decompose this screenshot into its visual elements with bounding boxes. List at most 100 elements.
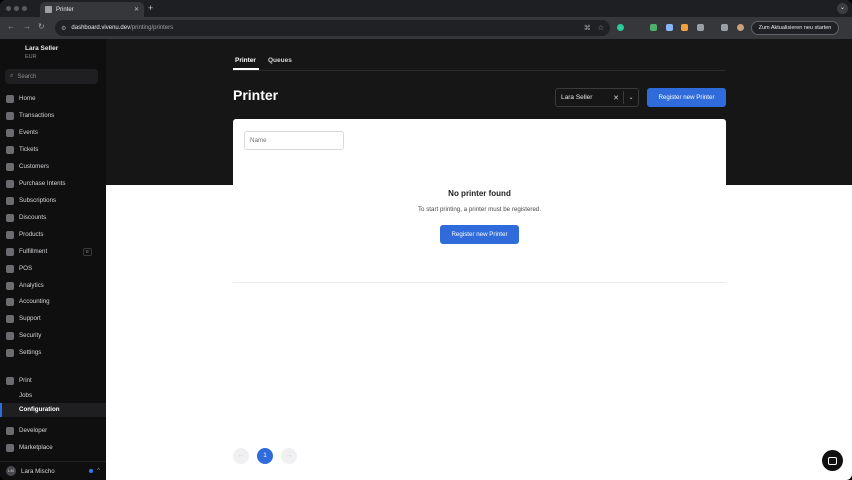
tab-strip: Printer ✕ + ⌄ <box>0 0 852 17</box>
discounts-icon <box>6 213 14 222</box>
subscriptions-icon <box>6 196 14 205</box>
tabs-divider <box>233 70 726 71</box>
sidebar-item-discounts[interactable]: Discounts <box>6 211 100 224</box>
new-tab-button[interactable]: + <box>148 3 153 13</box>
chevron-down-icon[interactable]: ⌄ <box>624 94 638 101</box>
sidebar-item-subscriptions[interactable]: Subscriptions <box>6 194 100 207</box>
printer-icon <box>6 376 14 385</box>
update-restart-button[interactable]: Zum Aktualisieren neu starten <box>751 21 839 35</box>
browser-window: Printer ✕ + ⌄ ← → ↻ ⚙ dashboard.vivenu.d… <box>0 0 852 480</box>
fulfillment-badge: E <box>83 247 92 256</box>
sidebar-item-settings[interactable]: Settings <box>6 346 100 359</box>
profile-avatar-icon[interactable] <box>737 24 744 31</box>
sidebar-item-analytics[interactable]: Analytics <box>6 279 100 292</box>
url-text[interactable]: dashboard.vivenu.dev/printing/printers <box>71 25 576 31</box>
forward-icon[interactable]: → <box>23 22 31 31</box>
sidebar-item-support[interactable]: Support <box>6 312 100 325</box>
pagination-next-button[interactable]: → <box>281 448 297 464</box>
printers-card <box>233 119 726 185</box>
chevron-up-icon: ^ <box>97 468 100 474</box>
sidebar-item-home[interactable]: Home <box>6 92 100 105</box>
status-dot <box>89 469 94 473</box>
tab-title: Printer <box>56 6 74 13</box>
empty-state-title: No printer found <box>448 189 511 198</box>
card-divider <box>233 282 726 283</box>
close-tab-icon[interactable]: ✕ <box>134 6 139 13</box>
dashboard-app: Lara Seller EUR ⌕ Search Home Transactio… <box>0 39 852 480</box>
sidebar-item-purchase-intents[interactable]: Purchase Intents <box>6 177 100 190</box>
sidebar-item-marketplace[interactable]: Marketplace <box>6 441 100 454</box>
user-menu[interactable]: LM Lara Mischo ^ <box>0 461 106 480</box>
sidebar-item-products[interactable]: Products <box>6 228 100 241</box>
empty-state-subtitle: To start printing, a printer must be reg… <box>417 206 542 213</box>
address-bar[interactable]: ⚙ dashboard.vivenu.dev/printing/printers… <box>55 20 610 36</box>
ticket-icon <box>6 145 14 154</box>
translate-icon[interactable]: ⌘ <box>584 24 591 32</box>
sidebar-item-developer[interactable]: Developer <box>6 424 100 437</box>
sidebar-subitem-jobs[interactable]: Jobs <box>19 392 32 399</box>
home-icon <box>6 94 14 103</box>
search-placeholder: Search <box>17 73 37 80</box>
extension-icon[interactable] <box>617 24 624 31</box>
pagination-page-1[interactable]: 1 <box>257 448 273 464</box>
sidebar-item-security[interactable]: Security <box>6 329 100 342</box>
account-currency: EUR <box>25 54 37 60</box>
bookmark-star-icon[interactable]: ☆ <box>598 24 604 32</box>
name-filter-input[interactable]: Name <box>244 131 344 150</box>
tab-search-icon[interactable]: ⌄ <box>837 3 848 14</box>
support-icon <box>6 314 14 323</box>
back-icon[interactable]: ← <box>7 22 15 31</box>
register-printer-button[interactable]: Register new Printer <box>647 88 726 107</box>
site-info-icon[interactable]: ⚙ <box>61 25 66 32</box>
sidebar-item-pos[interactable]: POS <box>6 262 100 275</box>
extension-icon[interactable] <box>650 24 657 31</box>
pagination-prev-button[interactable]: ← <box>233 448 249 464</box>
sidebar-search[interactable]: ⌕ Search <box>5 69 98 84</box>
sidebar-item-accounting[interactable]: Accounting <box>6 295 100 308</box>
owner-select[interactable]: Lara Seller ✕ ⌄ <box>555 88 639 107</box>
avatar: LM <box>6 466 16 476</box>
chat-icon <box>828 456 837 465</box>
sidebar-item-customers[interactable]: Customers <box>6 160 100 173</box>
reload-icon[interactable]: ↻ <box>38 22 45 31</box>
marketplace-icon <box>6 443 14 452</box>
browser-toolbar: ← → ↻ ⚙ dashboard.vivenu.dev/printing/pr… <box>0 17 852 39</box>
purchase-intents-icon <box>6 179 14 188</box>
customers-icon <box>6 162 14 171</box>
sidebar-item-events[interactable]: Events <box>6 126 100 139</box>
sidebar-subitem-configuration-label: Configuration <box>19 406 60 413</box>
sidebar-item-tickets[interactable]: Tickets <box>6 143 100 156</box>
chat-support-button[interactable] <box>822 450 843 471</box>
transactions-icon <box>6 111 14 120</box>
sidebar-item-fulfillment[interactable]: Fulfillment E <box>6 245 100 258</box>
extensions-puzzle-icon[interactable] <box>697 24 704 31</box>
page-title: Printer <box>233 87 279 103</box>
extension-icon[interactable] <box>666 24 673 31</box>
clear-icon[interactable]: ✕ <box>609 94 623 102</box>
account-name[interactable]: Lara Seller <box>25 45 58 52</box>
sidebar-item-transactions[interactable]: Transactions <box>6 109 100 122</box>
favicon-icon <box>45 6 52 13</box>
fulfillment-icon <box>6 247 14 256</box>
analytics-icon <box>6 281 14 290</box>
tab-printer[interactable]: Printer <box>235 57 256 64</box>
maximize-window-icon[interactable] <box>22 6 27 11</box>
developer-icon <box>6 426 14 435</box>
sidebar: Lara Seller EUR ⌕ Search Home Transactio… <box>0 39 106 480</box>
tab-queues[interactable]: Queues <box>268 57 292 64</box>
events-icon <box>6 128 14 137</box>
gear-icon <box>6 348 14 357</box>
accounting-icon <box>6 297 14 306</box>
sidebar-item-print[interactable]: Print <box>6 374 100 387</box>
products-icon <box>6 230 14 239</box>
user-name: Lara Mischo <box>21 467 55 475</box>
side-panel-icon[interactable] <box>721 24 728 31</box>
rss-extension-icon[interactable] <box>681 24 688 31</box>
empty-state-register-button[interactable]: Register new Printer <box>440 225 519 244</box>
close-window-icon[interactable] <box>6 6 11 11</box>
search-icon: ⌕ <box>10 73 14 79</box>
pos-icon <box>6 264 14 273</box>
minimize-window-icon[interactable] <box>14 6 19 11</box>
browser-tab[interactable]: Printer ✕ <box>40 2 144 17</box>
shield-icon <box>6 331 14 340</box>
